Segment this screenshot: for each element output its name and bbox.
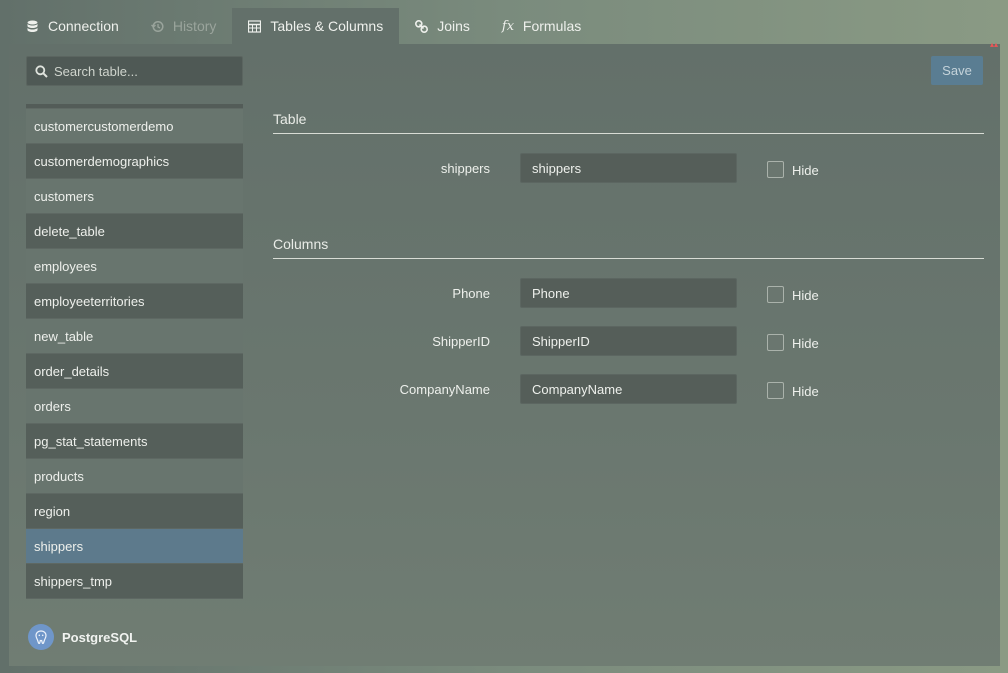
table-name-label: shippers xyxy=(440,161,490,176)
list-item-selected[interactable]: shippers xyxy=(26,529,243,564)
tab-history-label: History xyxy=(172,18,217,34)
column-hide-label: Hide xyxy=(792,336,819,351)
columns-section-title: Columns xyxy=(273,236,329,252)
list-item[interactable]: new_table xyxy=(26,319,243,354)
list-item[interactable]: customers xyxy=(26,179,243,214)
list-item-label: shippers xyxy=(34,538,84,554)
tab-tables-columns[interactable]: Tables & Columns xyxy=(232,8,400,44)
list-item[interactable]: delete_table xyxy=(26,214,243,249)
list-item-label: region xyxy=(34,503,71,519)
list-item[interactable]: customerdemographics xyxy=(26,144,243,179)
database-badge: PostgreSQL xyxy=(28,624,137,650)
tab-formulas-label: Formulas xyxy=(522,18,582,34)
tab-tables-columns-label: Tables & Columns xyxy=(270,18,384,34)
list-item-label: customerdemographics xyxy=(34,153,170,169)
list-item-label: new_table xyxy=(34,328,94,344)
list-item[interactable]: employeeterritories xyxy=(26,284,243,319)
list-item[interactable]: shippers_tmp xyxy=(26,564,243,599)
column-hide-checkbox[interactable] xyxy=(767,334,784,351)
column-name-label: CompanyName xyxy=(399,382,490,397)
list-item-label: employees xyxy=(34,258,97,274)
search-icon xyxy=(35,64,48,78)
list-item[interactable]: employees xyxy=(26,249,243,284)
column-hide-checkbox[interactable] xyxy=(767,286,784,303)
column-hide-label: Hide xyxy=(792,288,819,303)
column-hide-label: Hide xyxy=(792,384,819,399)
list-item-label: customers xyxy=(34,188,94,204)
list-item[interactable]: products xyxy=(26,459,243,494)
table-search[interactable] xyxy=(26,56,243,86)
table-hide-label: Hide xyxy=(792,163,819,178)
list-item-label: orders xyxy=(34,398,71,414)
save-button[interactable]: Save xyxy=(931,56,983,85)
postgresql-icon xyxy=(28,624,54,650)
list-item-label: pg_stat_statements xyxy=(34,433,148,449)
link-icon xyxy=(415,19,429,33)
tab-bar: Connection History Tables & Columns Join… xyxy=(10,8,597,44)
table-icon xyxy=(248,19,262,33)
list-item[interactable]: orders xyxy=(26,389,243,424)
table-section-title: Table xyxy=(273,111,307,127)
list-item-label: order_details xyxy=(34,363,110,379)
column-alias-input[interactable] xyxy=(520,374,737,404)
list-item-label: employeeterritories xyxy=(34,293,145,309)
column-hide-checkbox[interactable] xyxy=(767,382,784,399)
corner-indicator-icon: ▴▴ xyxy=(989,40,998,49)
tab-formulas[interactable]: fx Formulas xyxy=(486,8,597,44)
tab-connection-label: Connection xyxy=(48,18,119,34)
column-alias-input[interactable] xyxy=(520,278,737,308)
table-hide-checkbox[interactable] xyxy=(767,161,784,178)
divider xyxy=(273,133,984,134)
list-item-label: products xyxy=(34,468,84,484)
column-alias-input[interactable] xyxy=(520,326,737,356)
tab-history[interactable]: History xyxy=(135,8,233,44)
fx-icon: fx xyxy=(501,18,515,34)
divider xyxy=(273,258,984,259)
main-panel: ▴▴ customercustomerdemo customerdemograp… xyxy=(9,40,1000,666)
list-item-label: customercustomerdemo xyxy=(34,118,174,134)
history-icon xyxy=(150,20,164,33)
list-item-label: delete_table xyxy=(34,223,105,239)
list-item[interactable]: customercustomerdemo xyxy=(26,109,243,144)
table-alias-input[interactable] xyxy=(520,153,737,183)
tab-connection[interactable]: Connection xyxy=(10,8,135,44)
list-item[interactable]: pg_stat_statements xyxy=(26,424,243,459)
tab-joins-label: Joins xyxy=(437,18,470,34)
table-list[interactable]: customercustomerdemo customerdemographic… xyxy=(26,104,243,600)
column-name-label: ShipperID xyxy=(432,334,490,349)
list-item[interactable]: region xyxy=(26,494,243,529)
column-name-label: Phone xyxy=(452,286,490,301)
search-input[interactable] xyxy=(54,63,234,79)
tab-joins[interactable]: Joins xyxy=(399,8,486,44)
list-item[interactable]: order_details xyxy=(26,354,243,389)
database-name: PostgreSQL xyxy=(62,629,138,645)
list-item-label: shippers_tmp xyxy=(34,573,113,589)
database-icon xyxy=(26,20,39,33)
